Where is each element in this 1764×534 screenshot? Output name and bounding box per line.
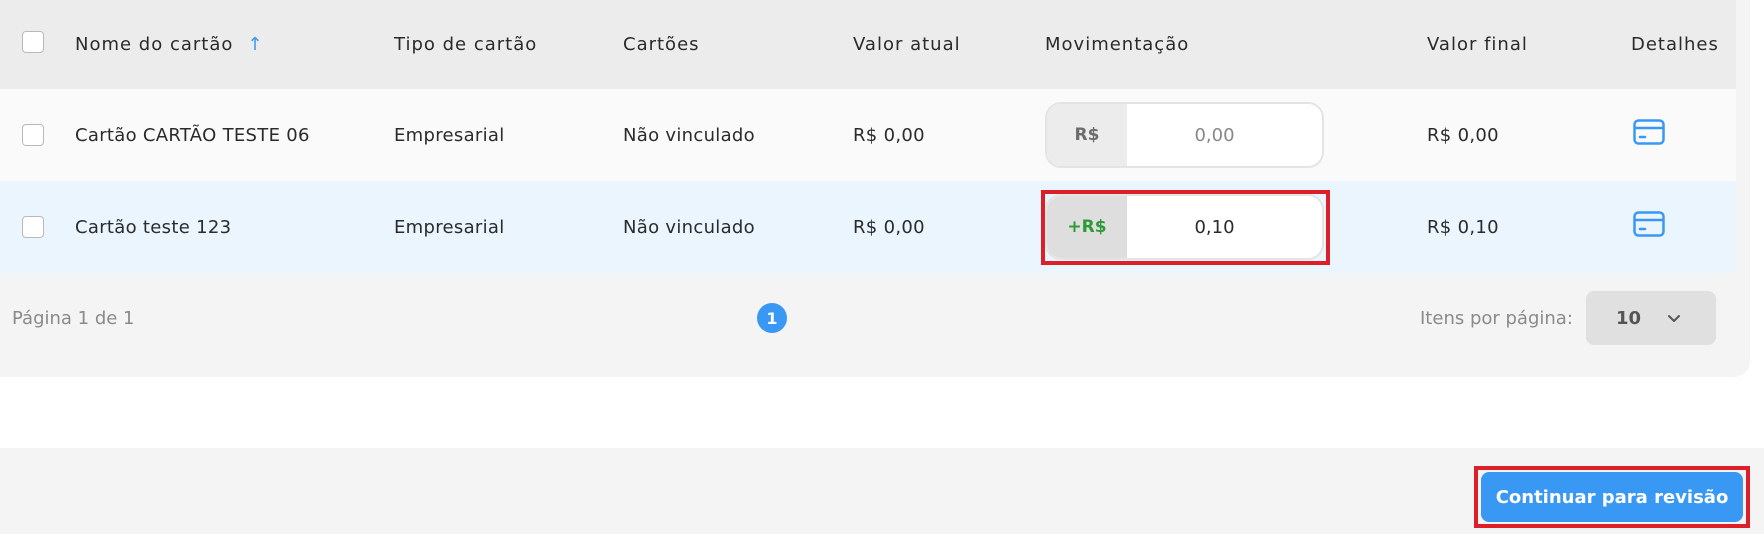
table-row: Cartão teste 123 Empresarial Não vincula… [0, 181, 1736, 273]
cell-valor-final: R$ 0,10 [1427, 216, 1499, 238]
items-per-page-value: 10 [1616, 307, 1642, 329]
card-icon[interactable] [1633, 211, 1665, 237]
row-checkbox[interactable] [22, 124, 44, 146]
row-checkbox[interactable] [22, 216, 44, 238]
card-icon[interactable] [1633, 119, 1665, 145]
cell-valor-atual: R$ 0,00 [853, 216, 925, 238]
cell-tipo: Empresarial [394, 124, 505, 146]
header-detalhes: Detalhes [1631, 34, 1719, 55]
movimentacao-placeholder: 0,00 [1194, 124, 1235, 146]
cell-valor-atual: R$ 0,00 [853, 124, 925, 146]
select-all-checkbox[interactable] [22, 31, 44, 53]
header-nome[interactable]: Nome do cartão ↑ [75, 0, 264, 89]
header-valor-final: Valor final [1427, 34, 1528, 55]
page-button[interactable]: 1 [757, 303, 787, 333]
highlight-box [1474, 466, 1750, 528]
page-info: Página 1 de 1 [12, 308, 135, 329]
cell-nome: Cartão CARTÃO TESTE 06 [75, 124, 310, 146]
items-per-page-label: Itens por página: [1420, 308, 1573, 329]
table-row: Cartão CARTÃO TESTE 06 Empresarial Não v… [0, 89, 1736, 181]
header-nome-label: Nome do cartão [75, 34, 234, 55]
header-tipo: Tipo de cartão [394, 34, 538, 55]
header-cartoes: Cartões [623, 34, 700, 55]
movimentacao-input[interactable]: R$ 0,00 [1045, 102, 1324, 168]
items-per-page-select[interactable]: 10 [1586, 291, 1716, 345]
page: Nome do cartão ↑ Tipo de cartão Cartões … [0, 0, 1764, 534]
chevron-down-icon [1668, 315, 1680, 322]
currency-prefix: R$ [1047, 104, 1127, 166]
cell-nome: Cartão teste 123 [75, 216, 232, 238]
cell-tipo: Empresarial [394, 216, 505, 238]
header-movimentacao: Movimentação [1045, 34, 1190, 55]
table-header: Nome do cartão ↑ Tipo de cartão Cartões … [0, 0, 1736, 89]
cell-valor-final: R$ 0,00 [1427, 124, 1499, 146]
highlight-box [1041, 190, 1330, 265]
cell-cartoes: Não vinculado [623, 216, 755, 238]
cell-cartoes: Não vinculado [623, 124, 755, 146]
header-valor-atual: Valor atual [853, 34, 961, 55]
arrow-up-icon[interactable]: ↑ [247, 34, 263, 55]
